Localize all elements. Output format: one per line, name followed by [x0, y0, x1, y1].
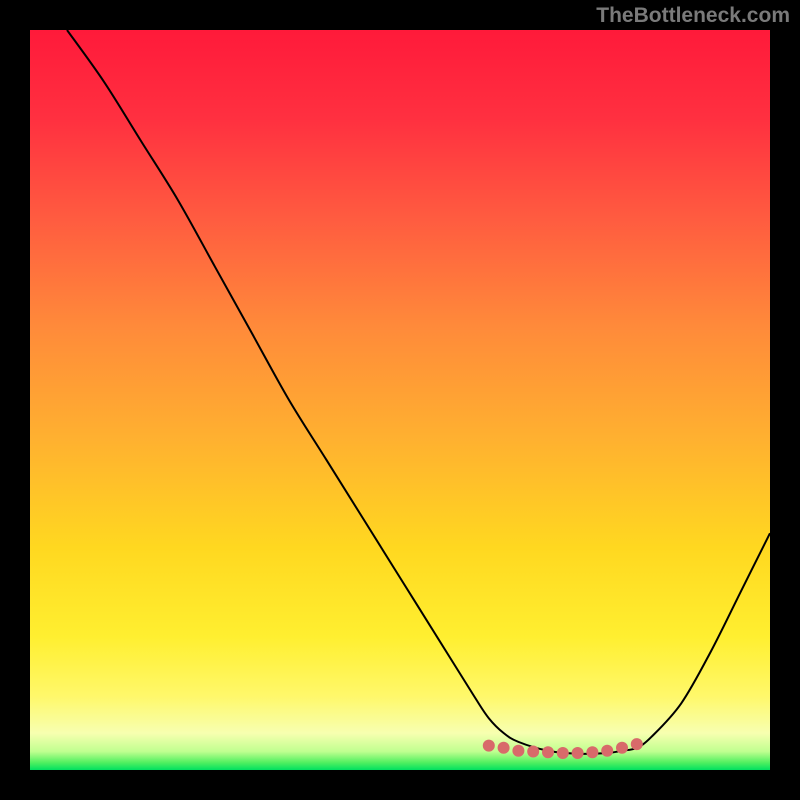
- marker-dot: [557, 747, 569, 759]
- marker-dot: [631, 738, 643, 750]
- marker-dot: [498, 742, 510, 754]
- chart-svg: [30, 30, 770, 770]
- marker-dot: [572, 747, 584, 759]
- marker-dot: [527, 746, 539, 758]
- marker-dot: [601, 745, 613, 757]
- marker-dot: [512, 745, 524, 757]
- marker-dot: [586, 746, 598, 758]
- marker-dot: [616, 742, 628, 754]
- watermark: TheBottleneck.com: [596, 4, 790, 28]
- marker-dot: [542, 746, 554, 758]
- chart-container: TheBottleneck.com: [0, 0, 800, 800]
- plot-area: [30, 30, 770, 770]
- marker-dot: [483, 740, 495, 752]
